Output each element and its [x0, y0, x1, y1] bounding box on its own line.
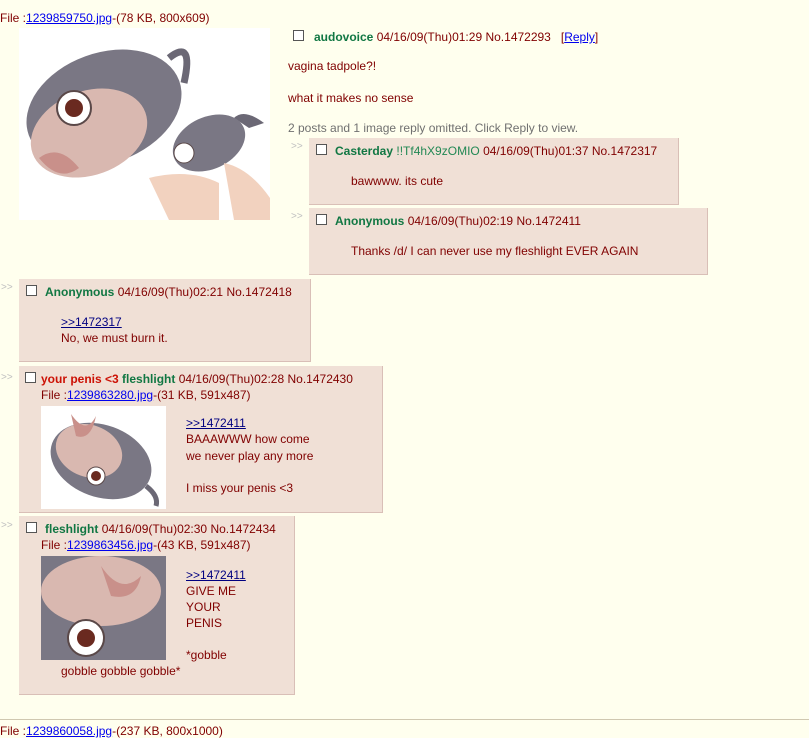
reply-comment-line: *gobble: [186, 648, 227, 662]
reply-comment: Thanks /d/ I can never use my fleshlight…: [351, 244, 639, 258]
next-file-link[interactable]: 1239860058.jpg: [26, 724, 112, 738]
reply-post: Casterday !!Tf4hX9zOMIO 04/16/09(Thu)01:…: [309, 138, 679, 205]
reply-poster-name: fleshlight: [122, 372, 176, 386]
reply-poster-name: Anonymous: [45, 285, 115, 299]
reply-post-number[interactable]: No.1472418: [226, 285, 291, 299]
reply-arrows: >>: [1, 520, 13, 531]
reply-post: your penis <3 fleshlight 04/16/09(Thu)02…: [19, 366, 383, 513]
reply-checkbox[interactable]: [26, 522, 37, 533]
op-file-info: File :1239859750.jpg-(78 KB, 800x609): [0, 11, 210, 25]
reply-checkbox[interactable]: [26, 285, 37, 296]
reply-date: 04/16/09(Thu)02:19: [407, 214, 514, 228]
reply-post-number[interactable]: No.1472411: [516, 214, 581, 228]
reply-arrows: >>: [291, 211, 303, 222]
op-date: 04/16/09(Thu)01:29: [376, 30, 483, 44]
reply-post-number[interactable]: No.1472430: [288, 372, 353, 386]
thread-divider: [0, 719, 809, 720]
reply-arrows: >>: [291, 141, 303, 152]
reply-file-link[interactable]: 1239863280.jpg: [67, 388, 153, 402]
reply-comment: bawwww. its cute: [351, 174, 444, 188]
op-file-link[interactable]: 1239859750.jpg: [26, 11, 112, 25]
reply-date: 04/16/09(Thu)02:28: [178, 372, 285, 386]
tadpole-image: [41, 556, 166, 660]
op-reply-link[interactable]: Reply: [564, 30, 595, 44]
reply-checkbox[interactable]: [316, 144, 327, 155]
reply-comment-line: GIVE ME: [186, 584, 237, 598]
tadpole-image: [26, 48, 270, 220]
reply-arrows: >>: [1, 282, 13, 293]
reply-comment: No, we must burn it.: [61, 331, 168, 345]
reply-poster-name: Casterday: [335, 144, 394, 158]
reply-post-number[interactable]: No.1472434: [210, 522, 275, 536]
quote-link[interactable]: >>1472317: [61, 315, 122, 329]
reply-comment-line: YOUR: [186, 600, 221, 614]
reply-arrows: >>: [1, 372, 13, 383]
op-thumbnail[interactable]: [19, 28, 270, 220]
omitted-notice: 2 posts and 1 image reply omitted. Click…: [288, 121, 579, 135]
op-poster-name: audovoice: [314, 30, 374, 44]
op-header: audovoice 04/16/09(Thu)01:29 No.1472293 …: [314, 30, 599, 44]
reply-comment-line: I miss your penis <3: [186, 481, 294, 495]
quote-link[interactable]: >>1472411: [186, 568, 246, 582]
tadpole-image: [50, 414, 159, 507]
reply-checkbox[interactable]: [316, 214, 327, 225]
reply-file-info: File :1239863456.jpg-(43 KB, 591x487): [41, 538, 251, 552]
reply-comment-line: PENIS: [186, 616, 223, 630]
op-checkbox[interactable]: [293, 30, 304, 41]
reply-file-link[interactable]: 1239863456.jpg: [67, 538, 153, 552]
reply-comment-line: we never play any more: [186, 449, 314, 463]
reply-file-info: File :1239863280.jpg-(31 KB, 591x487): [41, 388, 251, 402]
reply-comment-line: BAAAWWW how come: [186, 432, 310, 446]
reply-post-number[interactable]: No.1472317: [592, 144, 657, 158]
next-file-info: File :1239860058.jpg-(237 KB, 800x1000): [0, 724, 223, 738]
reply-date: 04/16/09(Thu)02:21: [117, 285, 224, 299]
reply-date: 04/16/09(Thu)02:30: [101, 522, 208, 536]
reply-thumbnail[interactable]: [41, 556, 166, 660]
reply-subject: your penis <3: [41, 372, 119, 386]
reply-post: Anonymous 04/16/09(Thu)02:19 No.1472411 …: [309, 208, 708, 275]
reply-thumbnail[interactable]: [41, 406, 166, 509]
reply-checkbox[interactable]: [25, 372, 36, 383]
reply-tripcode: !!Tf4hX9zOMIO: [396, 144, 480, 158]
reply-post: fleshlight 04/16/09(Thu)02:30 No.1472434…: [19, 516, 295, 695]
reply-date: 04/16/09(Thu)01:37: [483, 144, 589, 158]
op-comment-line: vagina tadpole?!: [288, 59, 377, 73]
op-comment-line: what it makes no sense: [288, 91, 414, 105]
reply-poster-name: fleshlight: [45, 522, 99, 536]
reply-comment-line: gobble gobble gobble*: [61, 664, 181, 678]
op-post-number[interactable]: No.1472293: [485, 30, 550, 44]
quote-link[interactable]: >>1472411: [186, 416, 246, 430]
reply-poster-name: Anonymous: [335, 214, 405, 228]
reply-post: Anonymous 04/16/09(Thu)02:21 No.1472418 …: [19, 279, 311, 362]
